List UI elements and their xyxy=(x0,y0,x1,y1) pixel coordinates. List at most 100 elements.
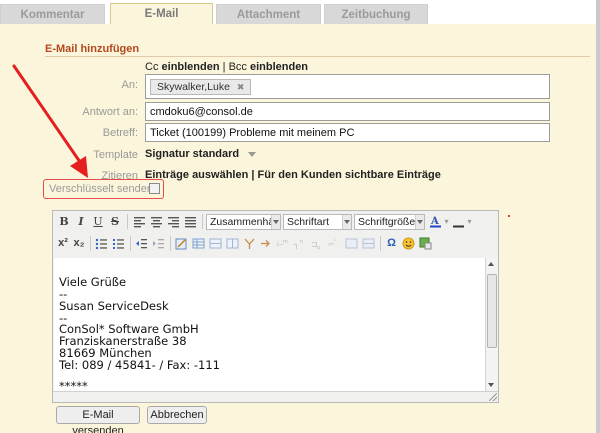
strikethrough-button[interactable]: S xyxy=(109,214,121,229)
right-border xyxy=(596,0,600,433)
reply-to-field[interactable]: cmdoku6@consol.de xyxy=(145,102,550,121)
table-merge-icon[interactable]: ⊐ u xyxy=(311,237,324,250)
reply-to-value: cmdoku6@consol.de xyxy=(150,106,253,118)
svg-text:m: m xyxy=(283,239,288,245)
chevron-down-icon[interactable]: ▾ xyxy=(466,214,473,229)
cc-bcc-separator: | xyxy=(222,61,226,73)
scroll-thumb[interactable] xyxy=(487,274,497,348)
required-marker xyxy=(508,215,510,217)
paragraph-format-select[interactable]: Zusammenhär xyxy=(206,214,281,230)
table-col-icon[interactable] xyxy=(226,237,239,250)
insert-image-icon[interactable] xyxy=(419,237,432,250)
cc-bcc-toggles: Cc einblenden | Bcc einblenden xyxy=(145,61,308,73)
editor-line: Susan ServiceDesk xyxy=(59,299,169,313)
subject-value: Ticket (100199) Probleme mit meinem PC xyxy=(150,127,355,139)
subject-field[interactable]: Ticket (100199) Probleme mit meinem PC xyxy=(145,123,550,142)
chevron-down-icon xyxy=(271,215,280,229)
toolbar-separator xyxy=(380,236,381,251)
chevron-down-icon[interactable]: ▾ xyxy=(443,214,450,229)
row-props-icon[interactable] xyxy=(362,237,375,250)
encrypt-checkbox[interactable] xyxy=(149,183,160,194)
paragraph-format-value: Zusammenhär xyxy=(210,216,278,228)
outdent-icon[interactable] xyxy=(135,237,148,250)
align-center-icon[interactable] xyxy=(150,215,163,228)
reply-to-label: Antwort an: xyxy=(82,106,138,118)
template-label: Template xyxy=(93,149,138,161)
editor-line: ***** xyxy=(59,379,88,391)
editor-line: Viele Grüße xyxy=(59,275,127,289)
cancel-button[interactable]: Abbrechen xyxy=(147,406,207,424)
font-size-value: Schriftgröße xyxy=(358,216,416,228)
table-delete-row-icon[interactable]: ┐ n xyxy=(294,237,307,250)
chevron-down-icon xyxy=(342,215,351,229)
quote-separator: | xyxy=(251,169,255,181)
tab-email[interactable]: E-Mail xyxy=(110,3,213,24)
editor-statusbar xyxy=(53,391,498,402)
table-props-icon[interactable]: ⌐ ᵐ xyxy=(328,237,341,250)
toolbar-separator xyxy=(170,236,171,251)
editor-toolbar-row-1: B I U S Zusammenhär Schriftart Schriftgr… xyxy=(53,211,498,233)
editor-toolbar-row-2: x² x₂ ⊢ m ┐ n ⊐ u ⌐ ᵐ Ω xyxy=(53,233,498,255)
cell-props-icon[interactable] xyxy=(345,237,358,250)
chevron-down-icon xyxy=(415,215,424,229)
svg-text:u: u xyxy=(317,245,320,250)
align-left-icon[interactable] xyxy=(133,215,146,228)
font-family-value: Schriftart xyxy=(287,216,330,228)
table-insert-col-icon[interactable] xyxy=(260,237,273,250)
emoticon-icon[interactable] xyxy=(402,237,415,250)
font-family-select[interactable]: Schriftart xyxy=(283,214,352,230)
edit-link-icon[interactable] xyxy=(175,237,188,250)
insert-table-icon[interactable] xyxy=(192,237,205,250)
table-split-icon[interactable] xyxy=(243,237,256,250)
bcc-show-link[interactable]: einblenden xyxy=(250,61,308,73)
editor-scrollbar[interactable] xyxy=(485,258,498,391)
indent-icon[interactable] xyxy=(152,237,165,250)
editor-line: Tel: 089 / 45841- / Fax: -111 xyxy=(59,358,220,372)
bcc-prefix: Bcc xyxy=(228,61,247,73)
scroll-down-icon[interactable] xyxy=(488,383,494,387)
tab-attachment[interactable]: Attachment xyxy=(216,4,321,24)
chevron-down-icon xyxy=(248,151,257,157)
subject-label: Betreff: xyxy=(102,127,138,139)
remove-recipient-icon[interactable]: ✖ xyxy=(237,82,245,92)
bold-button[interactable]: B xyxy=(58,214,70,229)
template-value: Signatur standard xyxy=(145,148,240,160)
svg-text:n: n xyxy=(300,239,303,245)
quote-options: Einträge auswählen | Für den Kunden sich… xyxy=(145,169,441,181)
align-justify-icon[interactable] xyxy=(184,215,197,228)
recipient-chip[interactable]: Skywalker,Luke ✖ xyxy=(150,79,252,95)
font-size-select[interactable]: Schriftgröße xyxy=(354,214,425,230)
cc-show-link[interactable]: einblenden xyxy=(162,61,220,73)
send-email-button[interactable]: E-Mail versenden xyxy=(56,406,140,433)
highlight-color-icon[interactable] xyxy=(452,215,465,228)
align-right-icon[interactable] xyxy=(167,215,180,228)
toolbar-separator xyxy=(127,214,128,229)
to-label: An: xyxy=(121,79,138,91)
quote-customer-visible-link[interactable]: Für den Kunden sichtbare Einträge xyxy=(258,169,441,181)
template-select[interactable]: Signatur standard xyxy=(145,148,257,160)
italic-button[interactable]: I xyxy=(75,214,87,229)
toolbar-separator xyxy=(202,214,203,229)
subscript-button[interactable]: x₂ xyxy=(72,236,86,251)
section-title: E-Mail hinzufügen xyxy=(45,43,140,55)
to-field[interactable]: Skywalker,Luke ✖ xyxy=(145,74,550,99)
table-delete-col-icon[interactable]: ⊢ m xyxy=(277,237,290,250)
tab-zeitbuchung[interactable]: Zeitbuchung xyxy=(324,4,428,24)
numbered-list-icon[interactable] xyxy=(112,237,125,250)
recipient-name: Skywalker,Luke xyxy=(157,81,230,93)
toolbar-separator xyxy=(90,236,91,251)
svg-text:┐: ┐ xyxy=(294,240,299,250)
tab-kommentar[interactable]: Kommentar xyxy=(0,4,105,24)
superscript-button[interactable]: x² xyxy=(56,236,70,251)
special-char-button[interactable]: Ω xyxy=(385,236,398,251)
bullet-list-icon[interactable] xyxy=(95,237,108,250)
scroll-up-icon[interactable] xyxy=(488,262,494,266)
text-color-icon[interactable]: A xyxy=(429,215,442,228)
table-row-icon[interactable] xyxy=(209,237,222,250)
underline-button[interactable]: U xyxy=(92,214,104,229)
section-divider xyxy=(45,56,590,57)
cc-prefix: Cc xyxy=(145,61,159,73)
editor-content[interactable]: Viele Grüße -- Susan ServiceDesk -- ConS… xyxy=(54,258,485,391)
toolbar-separator xyxy=(130,236,131,251)
resize-grip-icon[interactable] xyxy=(489,393,497,401)
